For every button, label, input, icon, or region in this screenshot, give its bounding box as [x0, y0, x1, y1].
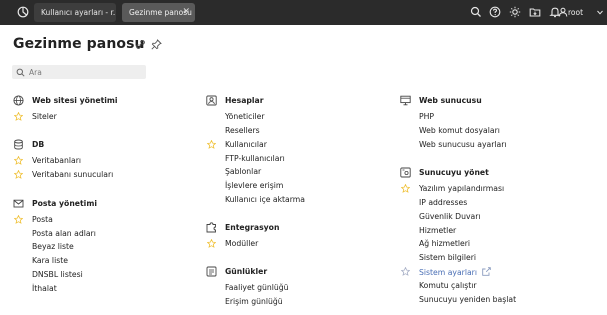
section-title-manage-server: Sunucuyu yönet: [419, 168, 489, 177]
nav-link-php[interactable]: PHP: [419, 112, 434, 121]
mail-icon: [13, 199, 24, 208]
theme-sun-icon[interactable]: [509, 6, 521, 18]
nav-link-ftp-users[interactable]: FTP-kullanıcıları: [225, 154, 285, 163]
nav-link-mail[interactable]: Posta: [32, 215, 53, 224]
star-icon[interactable]: [14, 170, 23, 179]
nav-link-mail-domains[interactable]: Posta alan adları: [32, 229, 96, 238]
search-input[interactable]: [29, 65, 141, 79]
help-icon[interactable]: [489, 6, 501, 18]
section-title-accounts: Hesaplar: [225, 96, 264, 105]
nav-link-software-configuration[interactable]: Yazılım yapılandırması: [419, 184, 504, 193]
nav-link-dnsbl-list[interactable]: DNSBL listesi: [32, 270, 83, 279]
nav-link-run-command[interactable]: Komutu çalıştır: [419, 281, 477, 290]
nav-link-users[interactable]: Kullanıcılar: [225, 140, 267, 149]
top-bar: Kullanıcı ayarları - r... Gezinme panosu…: [0, 0, 607, 25]
database-icon: [14, 139, 23, 150]
star-icon[interactable]: [401, 184, 410, 193]
nav-link-services[interactable]: Hizmetler: [419, 226, 456, 235]
nav-link-databases[interactable]: Veritabanları: [32, 156, 81, 165]
nav-link-system-settings[interactable]: Sistem ayarları: [419, 267, 491, 277]
tab-label: Kullanıcı ayarları - r...: [41, 8, 116, 17]
section-title-integration: Entegrasyon: [225, 223, 280, 232]
star-icon[interactable]: [14, 215, 23, 224]
nav-link-resellers[interactable]: Resellers: [225, 126, 260, 135]
section-title-logs: Günlükler: [225, 267, 268, 276]
nav-link-templates[interactable]: Şablonlar: [225, 167, 261, 176]
nav-link-function-access[interactable]: İşlevlere erişim: [225, 181, 283, 190]
star-icon[interactable]: [14, 112, 23, 121]
nav-link-ip-addresses[interactable]: IP addresses: [419, 198, 467, 207]
nav-link-user-import[interactable]: Kullanıcı içe aktarma: [225, 195, 305, 204]
file-manager-icon[interactable]: [529, 6, 541, 18]
log-icon: [206, 266, 217, 277]
nav-link-blacklist[interactable]: Kara liste: [32, 256, 68, 265]
close-icon[interactable]: ✕: [182, 3, 190, 22]
nav-link-restart-server[interactable]: Sunucuyu yeniden başlat: [419, 295, 516, 304]
tab-user-settings[interactable]: Kullanıcı ayarları - r...: [34, 3, 116, 22]
nav-link-system-info[interactable]: Sistem bilgileri: [419, 253, 476, 262]
link-icon[interactable]: [135, 39, 146, 50]
nav-link-import[interactable]: İthalat: [32, 284, 57, 293]
globe-icon: [13, 95, 24, 106]
star-icon[interactable]: [207, 239, 216, 248]
tab-navigation-board[interactable]: Gezinme panosu ✕: [122, 3, 195, 22]
pin-icon[interactable]: [151, 39, 162, 50]
nav-link-web-scripts[interactable]: Web komut dosyaları: [419, 126, 500, 135]
star-outline-icon[interactable]: [401, 267, 410, 276]
integration-puzzle-icon: [206, 222, 216, 233]
dashboard-logo-icon[interactable]: [17, 6, 29, 18]
search-icon: [16, 68, 25, 77]
section-title-web-management: Web sitesi yönetimi: [32, 96, 118, 105]
search-icon[interactable]: [470, 6, 482, 18]
nav-link-whitelist[interactable]: Beyaz liste: [32, 242, 74, 251]
section-title-db: DB: [32, 140, 45, 149]
web-server-icon: [400, 95, 411, 106]
nav-link-network-services[interactable]: Ağ hizmetleri: [419, 239, 470, 248]
user-icon[interactable]: [558, 7, 568, 17]
nav-link-web-server-settings[interactable]: Web sunucusu ayarları: [419, 140, 507, 149]
server-settings-icon: [400, 167, 411, 178]
nav-link-sites[interactable]: Siteler: [32, 112, 57, 121]
star-icon[interactable]: [207, 140, 216, 149]
nav-link-label: Sistem ayarları: [419, 268, 477, 277]
star-icon[interactable]: [14, 156, 23, 165]
external-link-icon[interactable]: [482, 267, 491, 276]
user-name[interactable]: root: [568, 0, 583, 25]
nav-link-activity-log[interactable]: Faaliyet günlüğü: [225, 283, 289, 292]
chevron-down-icon[interactable]: [597, 10, 603, 15]
nav-link-database-servers[interactable]: Veritabanı sunucuları: [32, 170, 113, 179]
search-box[interactable]: [12, 65, 146, 79]
page-title: Gezinme panosu: [13, 36, 145, 52]
section-title-web-server: Web sunucusu: [419, 96, 482, 105]
nav-link-administrators[interactable]: Yöneticiler: [225, 112, 265, 121]
nav-link-modules[interactable]: Modüller: [225, 239, 258, 248]
section-title-mail-management: Posta yönetimi: [32, 199, 97, 208]
user-card-icon: [206, 95, 217, 106]
nav-link-access-log[interactable]: Erişim günlüğü: [225, 297, 283, 306]
nav-link-firewall[interactable]: Güvenlik Duvarı: [419, 212, 481, 221]
